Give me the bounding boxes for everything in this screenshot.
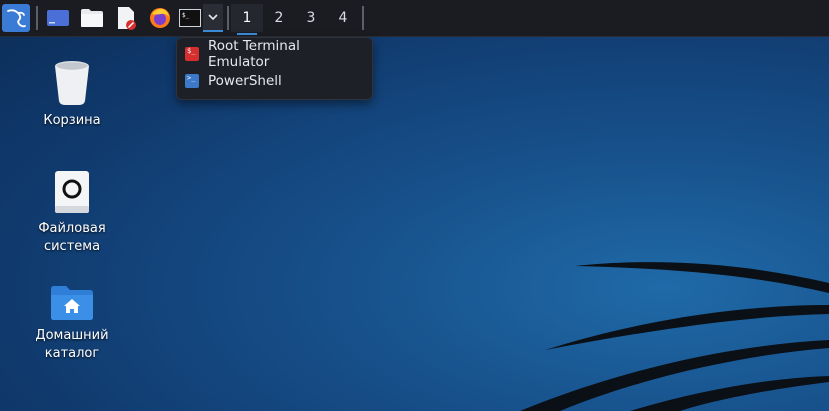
firefox-icon — [150, 8, 170, 28]
terminal-button[interactable]: $_ — [177, 4, 203, 32]
desktop-icon — [47, 10, 69, 26]
terminal-dropdown-menu: $_ Root Terminal Emulator >_ PowerShell — [176, 37, 373, 100]
terminal-icon: $_ — [179, 9, 201, 27]
menu-item-label: Root Terminal Emulator — [207, 38, 300, 70]
workspace-1[interactable]: 1 — [231, 4, 263, 35]
desktop-icon-label-line1: Файловая — [38, 221, 106, 236]
text-editor-button[interactable] — [112, 4, 140, 32]
taskbar: $_ 1 2 3 4 — [0, 0, 829, 37]
taskbar-separator — [362, 6, 364, 30]
desktop-icon-home[interactable]: Домашний каталог — [22, 283, 122, 363]
terminal-dropdown-button[interactable] — [203, 4, 223, 32]
kali-dragon-wallpaper-art — [520, 262, 829, 411]
menu-item-powershell[interactable]: >_ PowerShell — [185, 69, 365, 93]
desktop-icon-label-line2: каталог — [44, 346, 100, 361]
root-terminal-icon: $_ — [185, 47, 199, 61]
desktop-icon-filesystem[interactable]: Файловая система — [22, 170, 122, 256]
desktop-icon-label-line2: система — [43, 239, 101, 254]
file-manager-icon — [81, 9, 103, 27]
powershell-icon: >_ — [185, 74, 199, 88]
home-folder-icon — [51, 286, 93, 320]
chevron-down-icon — [208, 14, 218, 21]
menu-item-label: PowerShell — [208, 73, 282, 89]
show-desktop-button[interactable] — [44, 4, 72, 32]
kali-menu-icon — [7, 9, 26, 28]
kali-menu-button[interactable] — [2, 4, 30, 32]
drive-icon — [55, 171, 89, 213]
desktop: Корзина Файловая система Домашний катало… — [0, 0, 829, 411]
trash-icon — [55, 61, 89, 105]
desktop-icon-label-line1: Домашний — [35, 328, 109, 343]
workspace-4[interactable]: 4 — [327, 4, 359, 32]
taskbar-separator — [36, 6, 38, 30]
file-manager-button[interactable] — [78, 4, 106, 32]
workspace-2[interactable]: 2 — [263, 4, 295, 32]
taskbar-separator — [227, 6, 229, 30]
svg-text:$_: $_ — [182, 12, 190, 19]
menu-item-root-terminal[interactable]: $_ Root Terminal Emulator — [185, 38, 365, 70]
workspace-3[interactable]: 3 — [295, 4, 327, 32]
desktop-icon-label: Корзина — [43, 113, 101, 128]
text-editor-icon — [118, 7, 136, 30]
firefox-button[interactable] — [146, 4, 174, 32]
desktop-icon-trash[interactable]: Корзина — [22, 60, 122, 130]
